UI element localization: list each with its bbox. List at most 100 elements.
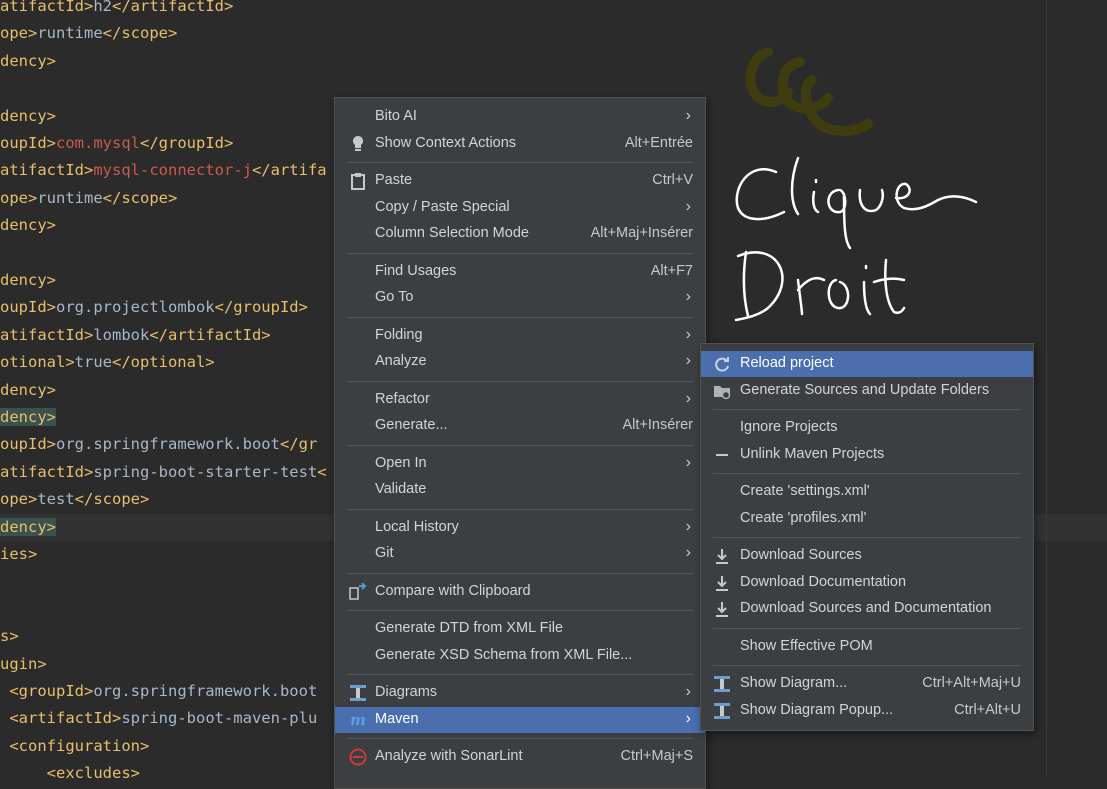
code-line[interactable]: dency> bbox=[0, 517, 56, 537]
menu-item-shortcut: Ctrl+Maj+S bbox=[620, 748, 693, 764]
code-line[interactable]: dency> bbox=[0, 51, 56, 71]
menu-item-label: Create 'settings.xml' bbox=[740, 483, 870, 499]
menu-item-download-sources-and-documentation[interactable]: Download Sources and Documentation bbox=[701, 596, 1033, 622]
code-line[interactable]: ope>test</scope> bbox=[0, 489, 149, 509]
maven-icon: m bbox=[349, 711, 367, 729]
menu-item-shortcut: Alt+Entrée bbox=[624, 134, 693, 151]
menu-separator bbox=[347, 444, 693, 446]
download-icon bbox=[713, 547, 731, 565]
code-line[interactable]: oupId>org.springframework.boot</gr bbox=[0, 434, 317, 454]
chevron-right-icon: › bbox=[685, 544, 691, 561]
menu-item-go-to[interactable]: Go To › bbox=[335, 285, 705, 311]
menu-item-label: Refactor bbox=[375, 390, 430, 407]
folder-sync-icon bbox=[713, 382, 731, 400]
menu-item-unlink-maven-projects[interactable]: Unlink Maven Projects bbox=[701, 442, 1033, 468]
code-line[interactable]: ies> bbox=[0, 544, 37, 564]
code-line[interactable]: ugin> bbox=[0, 654, 47, 674]
download-icon bbox=[713, 574, 731, 592]
code-line[interactable]: dency> bbox=[0, 106, 56, 126]
chevron-right-icon: › bbox=[685, 352, 691, 369]
reload-icon bbox=[713, 355, 731, 373]
code-line[interactable]: <groupId>org.springframework.boot bbox=[0, 681, 317, 701]
code-line[interactable]: <artifactId>spring-boot-maven-plu bbox=[0, 708, 317, 728]
menu-item-analyze-with-sonarlint[interactable]: Analyze with SonarLint Ctrl+Maj+S bbox=[335, 744, 705, 770]
scribble-logo bbox=[745, 47, 873, 136]
code-line[interactable]: dency> bbox=[0, 215, 56, 235]
code-token: runtime bbox=[37, 24, 103, 43]
menu-item-create-settings-xml[interactable]: Create 'settings.xml' bbox=[701, 479, 1033, 505]
clipboard-icon bbox=[349, 172, 367, 190]
code-line[interactable]: s> bbox=[0, 626, 19, 646]
menu-item-find-usages[interactable]: Find Usages Alt+F7 bbox=[335, 259, 705, 285]
menu-item-download-documentation[interactable]: Download Documentation bbox=[701, 570, 1033, 596]
right-margin-guide bbox=[1046, 0, 1047, 777]
menu-item-show-effective-pom[interactable]: Show Effective POM bbox=[701, 634, 1033, 660]
code-token: </optional> bbox=[111, 353, 215, 372]
menu-item-download-sources[interactable]: Download Sources bbox=[701, 543, 1033, 569]
menu-item-generate[interactable]: Generate... Alt+Insérer bbox=[335, 413, 705, 439]
menu-item-label: Show Diagram... bbox=[740, 675, 848, 691]
menu-item-shortcut: Alt+Insérer bbox=[622, 417, 693, 433]
code-line[interactable]: atifactId>mysql-connector-j</artifa bbox=[0, 160, 327, 180]
menu-item-bito-ai[interactable]: Bito AI › bbox=[335, 104, 705, 130]
menu-item-label: Git bbox=[375, 545, 394, 561]
menu-item-reload-project[interactable]: Reload project bbox=[701, 351, 1033, 377]
code-line[interactable]: oupId>org.projectlombok</groupId> bbox=[0, 297, 308, 317]
menu-item-git[interactable]: Git › bbox=[335, 541, 705, 567]
download-icon bbox=[713, 600, 731, 618]
handwritten-annotation bbox=[734, 156, 978, 322]
menu-item-generate-dtd-from-xml-file[interactable]: Generate DTD from XML File bbox=[335, 616, 705, 642]
code-line[interactable]: dency> bbox=[0, 407, 56, 427]
menu-item-label: Generate Sources and Update Folders bbox=[740, 381, 990, 398]
code-token: </artifactId> bbox=[149, 325, 271, 344]
code-line[interactable]: dency> bbox=[0, 380, 56, 400]
menu-item-refactor[interactable]: Refactor › bbox=[335, 387, 705, 413]
menu-item-compare-with-clipboard[interactable]: Compare with Clipboard bbox=[335, 579, 705, 605]
diagram-icon bbox=[713, 675, 731, 693]
lightbulb-icon bbox=[349, 135, 367, 153]
menu-separator bbox=[347, 738, 693, 739]
context-menu: Bito AI › Show Context Actions Alt+Entrée Pa… bbox=[334, 97, 706, 789]
code-line[interactable]: ope>runtime</scope> bbox=[0, 188, 177, 208]
menu-item-create-profiles-xml[interactable]: Create 'profiles.xml' bbox=[701, 506, 1033, 532]
menu-item-folding[interactable]: Folding › bbox=[335, 323, 705, 349]
menu-separator bbox=[347, 508, 693, 510]
menu-item-local-history[interactable]: Local History › bbox=[335, 515, 705, 541]
menu-item-label: Open In bbox=[375, 454, 427, 471]
code-line[interactable]: atifactId>spring-boot-starter-test< bbox=[0, 462, 327, 482]
menu-item-label: Download Sources and Documentation bbox=[740, 600, 992, 616]
menu-item-label: Download Documentation bbox=[740, 573, 907, 590]
menu-item-column-selection-mode[interactable]: Column Selection Mode Alt+Maj+Insérer bbox=[335, 221, 705, 247]
sonarlint-icon bbox=[349, 748, 367, 766]
menu-item-generate-xsd-schema-from-xml-file[interactable]: Generate XSD Schema from XML File... bbox=[335, 643, 705, 669]
code-line[interactable]: dency> bbox=[0, 270, 56, 290]
menu-item-show-diagram[interactable]: Show Diagram... Ctrl+Alt+Maj+U bbox=[701, 671, 1033, 697]
code-line[interactable]: otional>true</optional> bbox=[0, 352, 215, 372]
code-token: <configuration> bbox=[0, 736, 150, 755]
menu-item-label: Analyze bbox=[375, 353, 427, 369]
menu-item-maven[interactable]: m Maven › bbox=[335, 706, 705, 733]
code-line[interactable]: atifactId>h2</artifactId> bbox=[0, 0, 233, 16]
menu-item-show-context-actions[interactable]: Show Context Actions Alt+Entrée bbox=[335, 131, 705, 157]
menu-item-analyze[interactable]: Analyze › bbox=[335, 349, 705, 375]
menu-item-copy-paste-special[interactable]: Copy / Paste Special › bbox=[335, 195, 705, 221]
code-line[interactable]: oupId>com.mysql</groupId> bbox=[0, 133, 233, 153]
code-token: dency> bbox=[0, 51, 56, 70]
code-line[interactable]: atifactId>lombok</artifactId> bbox=[0, 325, 271, 345]
maven-submenu: Reload project Generate Sources and Updat… bbox=[700, 343, 1034, 731]
menu-separator bbox=[347, 572, 693, 574]
code-line[interactable]: ope>runtime</scope> bbox=[0, 23, 177, 43]
menu-item-label: Generate XSD Schema from XML File... bbox=[375, 646, 633, 663]
code-line[interactable]: <excludes> bbox=[0, 763, 140, 783]
code-token: ope> bbox=[0, 188, 38, 207]
code-token: ope> bbox=[0, 24, 38, 43]
code-line[interactable]: <configuration> bbox=[0, 736, 149, 756]
menu-item-show-diagram-popup[interactable]: Show Diagram Popup... Ctrl+Alt+U bbox=[701, 698, 1033, 724]
menu-item-paste[interactable]: Paste Ctrl+V bbox=[335, 168, 705, 194]
menu-item-open-in[interactable]: Open In › bbox=[335, 451, 705, 477]
menu-item-diagrams[interactable]: Diagrams › bbox=[335, 680, 705, 706]
menu-item-ignore-projects[interactable]: Ignore Projects bbox=[701, 415, 1033, 441]
menu-item-validate[interactable]: Validate bbox=[335, 477, 705, 503]
code-token: </gr bbox=[279, 435, 318, 454]
menu-item-generate-sources-and-update-folders[interactable]: Generate Sources and Update Folders bbox=[701, 378, 1033, 404]
